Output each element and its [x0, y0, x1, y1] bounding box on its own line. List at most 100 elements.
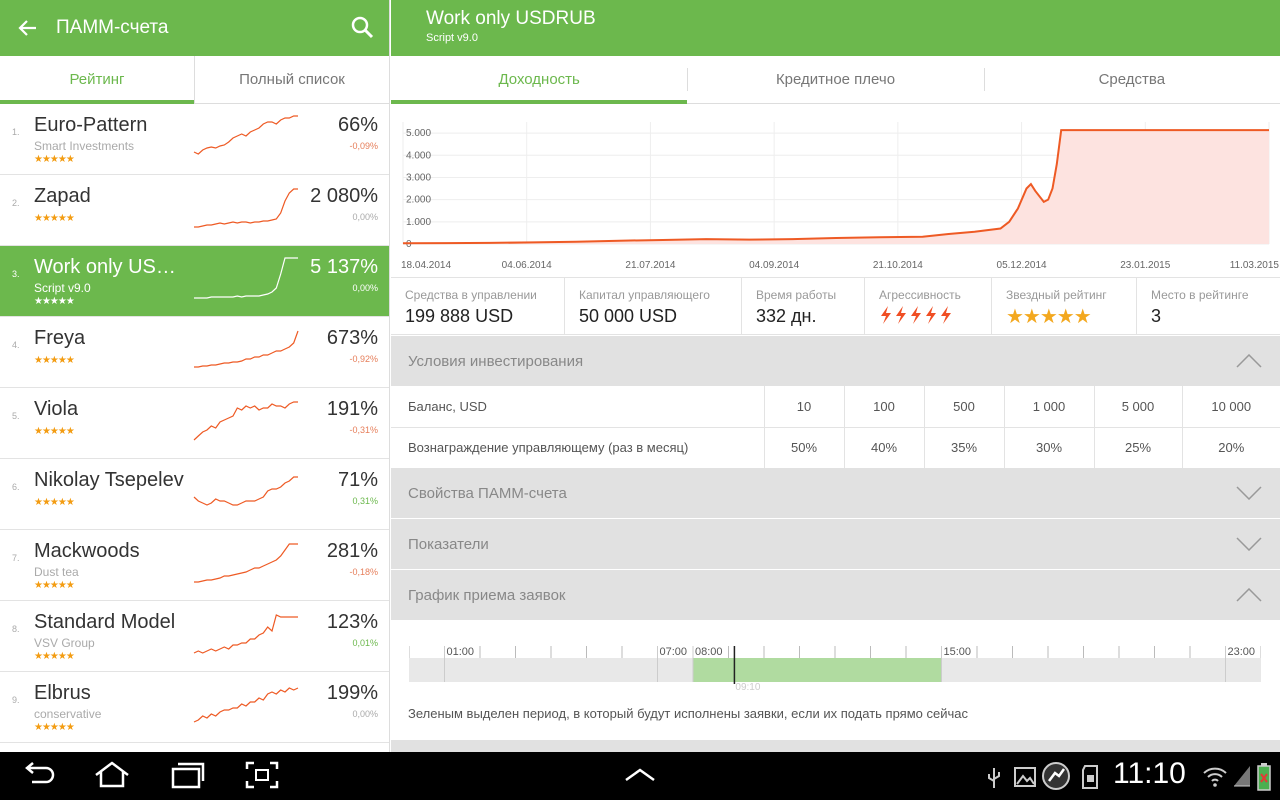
- y-tick-label: 5.000: [406, 128, 431, 139]
- daily-change: 0,00%: [352, 283, 378, 293]
- sparkline-line: [193, 401, 298, 441]
- list-item[interactable]: 3. Work only USD… Script v9.0 ★★★★★ 5 137% 0,…: [0, 246, 389, 317]
- star-rating: ★★★★★: [34, 580, 75, 591]
- bolt-icon: [926, 306, 936, 324]
- cell: 10: [763, 386, 844, 428]
- stat-rank: Место в рейтинге 3: [1137, 278, 1280, 334]
- section-indicators[interactable]: Показатели: [391, 519, 1280, 569]
- account-return: 2 080%: [310, 185, 378, 207]
- section-schedule[interactable]: График приема заявок: [391, 570, 1280, 620]
- sparkline-line: [194, 188, 298, 228]
- list-item[interactable]: 8. Standard Model VSV Group ★★★★★ 123% 0,01%: [0, 601, 389, 672]
- account-return: 71%: [337, 469, 378, 491]
- x-tick-label: 11.03.2015: [1230, 260, 1280, 271]
- stat-value: 50 000 USD: [579, 306, 678, 326]
- list-item[interactable]: 4. Freya ★★★★★ 673% -0,92%: [0, 317, 389, 388]
- sparkline-line: [194, 330, 299, 368]
- bolt-icon: [881, 306, 891, 324]
- stat-label: Время работы: [756, 288, 837, 302]
- sync-icon: [1042, 762, 1070, 790]
- tab-rating[interactable]: Рейтинг: [0, 56, 194, 104]
- account-manager: VSV Group: [34, 636, 95, 650]
- rank-number: 8.: [12, 624, 20, 634]
- hour-label: 08:00: [695, 646, 723, 658]
- y-tick-label: 2.000: [406, 195, 431, 206]
- y-tick-label: 0: [406, 239, 412, 250]
- sparkline-line: [193, 614, 298, 654]
- stat-value: 3: [1151, 306, 1162, 326]
- section-divider: [391, 740, 1280, 752]
- sparkline: [193, 476, 298, 506]
- star-rating: ★★★★★: [34, 154, 75, 165]
- detail-tabs: Доходность Кредитное плечо Средства: [391, 56, 1280, 104]
- back-nav-icon[interactable]: [22, 760, 56, 790]
- back-button[interactable]: [0, 0, 56, 56]
- list-item[interactable]: 5. Viola ★★★★★ 191% -0,31%: [0, 388, 389, 459]
- sparkline: [193, 614, 298, 654]
- account-name: Freya: [34, 327, 86, 349]
- list-item[interactable]: 6. Nikolay Tsepelev ★★★★★ 71% 0,31%: [0, 459, 389, 530]
- rank-number: 1.: [12, 127, 20, 137]
- x-tick-label: 21.07.2014: [625, 260, 675, 271]
- star-rating: ★★★★★: [34, 497, 75, 508]
- right-header: Work only USDRUB Script v9.0: [391, 0, 1280, 56]
- bolt-icon: [896, 306, 906, 324]
- account-return: 123%: [326, 611, 378, 633]
- table-row: Баланс, USD 10 100 500 1 000 5 000 10 00…: [391, 386, 1280, 428]
- recent-apps-icon[interactable]: [170, 760, 206, 790]
- x-tick-label: 21.10.2014: [873, 260, 923, 271]
- account-name: Standard Model: [34, 611, 176, 633]
- list-item[interactable]: 7. Mackwoods Dust tea ★★★★★ 281% -0,18%: [0, 530, 389, 601]
- section-properties[interactable]: Свойства ПАММ-счета: [391, 468, 1280, 518]
- section-title: График приема заявок: [408, 586, 566, 604]
- row-label: Баланс, USD: [391, 386, 764, 428]
- image-icon: [1014, 767, 1036, 787]
- wifi-icon: [1203, 767, 1227, 787]
- list-item[interactable]: 1. Euro-Pattern Smart Investments ★★★★★ 66% -…: [0, 104, 389, 175]
- star-rating: ★★★★★: [34, 651, 75, 662]
- cell: 500: [923, 386, 1004, 428]
- section-conditions[interactable]: Условия инвестирования: [391, 336, 1280, 386]
- section-title: Показатели: [408, 535, 489, 553]
- star-rating: ★★★★★: [34, 355, 75, 366]
- stat-label: Средства в управлении: [405, 288, 537, 302]
- sparkline: [193, 115, 298, 155]
- stat-label: Место в рейтинге: [1151, 288, 1249, 302]
- hour-label: 15:00: [944, 646, 972, 658]
- sparkline: [194, 330, 299, 368]
- account-name: Work only USD…: [34, 256, 189, 278]
- sparkline-line: [194, 543, 298, 583]
- daily-change: 0,01%: [352, 638, 378, 648]
- star-rating: ★★★★★: [34, 426, 75, 437]
- search-button[interactable]: [347, 12, 379, 44]
- account-manager: Smart Investments: [34, 139, 135, 153]
- chevron-up-icon: [1236, 354, 1262, 368]
- tab-funds[interactable]: Средства: [983, 56, 1280, 103]
- daily-change: -0,31%: [349, 425, 378, 435]
- stat-value: 199 888 USD: [405, 306, 514, 326]
- home-nav-icon[interactable]: [92, 760, 132, 790]
- cell: 25%: [1093, 427, 1182, 469]
- hour-label: 01:00: [447, 646, 475, 658]
- current-time-label: 09:10: [735, 682, 760, 690]
- list-item[interactable]: 2. Zapad ★★★★★ 2 080% 0,00%: [0, 175, 389, 246]
- list-item[interactable]: 9. Elbrus conservative ★★★★★ 199% 0,00%: [0, 672, 389, 743]
- account-return: 5 137%: [310, 256, 378, 278]
- x-tick-label: 04.06.2014: [502, 260, 552, 271]
- screenshot-icon[interactable]: [244, 760, 280, 790]
- account-detail-panel: Work only USDRUB Script v9.0 Доходность …: [391, 0, 1280, 752]
- rank-number: 6.: [12, 482, 20, 492]
- tab-leverage[interactable]: Кредитное плечо: [687, 56, 983, 103]
- daily-change: -0,09%: [349, 141, 378, 151]
- tab-full-list[interactable]: Полный список: [194, 56, 389, 103]
- account-name: Elbrus: [34, 682, 91, 704]
- star-rating: ★★★★★: [34, 296, 75, 307]
- section-title: Условия инвестирования: [408, 352, 584, 370]
- tab-returns[interactable]: Доходность: [391, 56, 688, 104]
- rank-number: 2.: [12, 198, 20, 208]
- table-row: Вознаграждение управляющему (раз в месяц…: [391, 427, 1280, 469]
- chevron-up-icon[interactable]: [624, 766, 656, 784]
- sparkline: [194, 543, 298, 583]
- account-manager: Dust tea: [34, 565, 79, 579]
- cell: 35%: [923, 427, 1004, 469]
